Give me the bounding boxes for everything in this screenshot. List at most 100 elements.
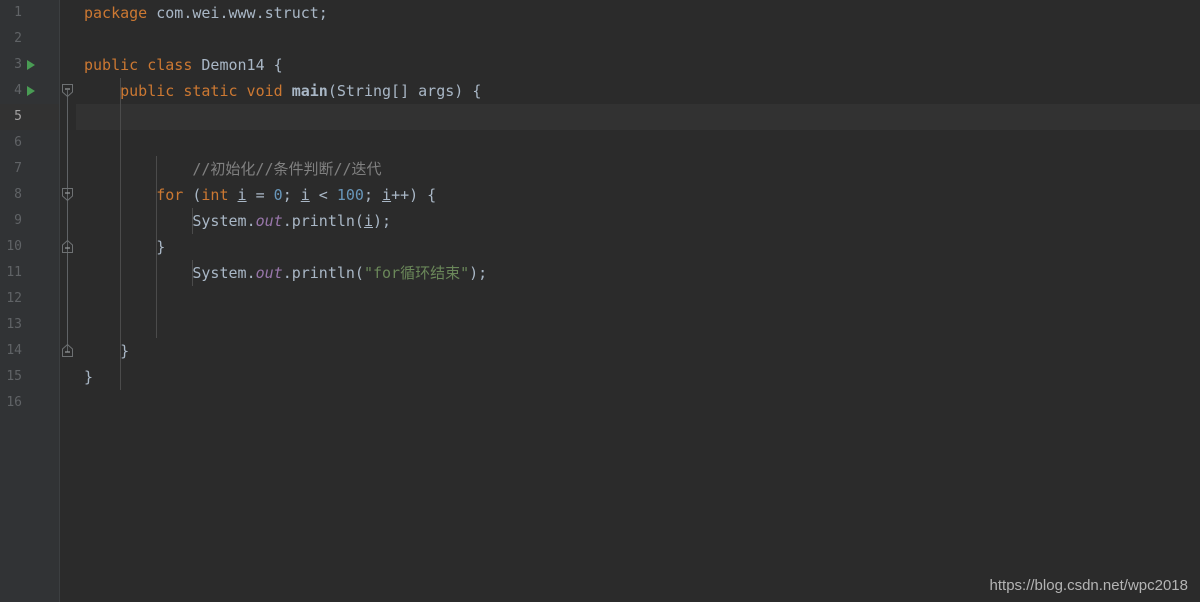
- code-line-content: }: [76, 234, 165, 260]
- token-class: Demon14: [201, 56, 265, 74]
- code-line[interactable]: }: [76, 234, 1200, 260]
- fold-gutter-row[interactable]: [60, 78, 76, 104]
- code-line[interactable]: [76, 130, 1200, 156]
- gutter-row[interactable]: 1: [0, 0, 59, 26]
- fold-gutter-row[interactable]: [60, 208, 76, 234]
- gutter-row[interactable]: 16: [0, 390, 59, 416]
- code-line-content: }: [76, 364, 93, 390]
- code-folding-column[interactable]: [60, 0, 76, 602]
- gutter-row[interactable]: 4: [0, 78, 59, 104]
- gutter-row[interactable]: 2: [0, 26, 59, 52]
- code-line-content: for (int i = 0; i < 100; i++) {: [76, 182, 436, 208]
- token-field: out: [255, 264, 283, 282]
- code-line-content: package com.wei.www.struct;: [76, 0, 328, 26]
- fold-gutter-row[interactable]: [60, 0, 76, 26]
- code-line[interactable]: [76, 286, 1200, 312]
- fold-gutter-row[interactable]: [60, 390, 76, 416]
- token-string: "for循环结束": [363, 264, 470, 282]
- fold-gutter-row[interactable]: [60, 234, 76, 260]
- code-line-content: [76, 286, 93, 312]
- line-number: 12: [6, 291, 22, 306]
- gutter-row[interactable]: 6: [0, 130, 59, 156]
- token-plain: System: [192, 264, 247, 282]
- run-arrow-icon[interactable]: [27, 60, 35, 70]
- token-punct: {: [264, 56, 283, 74]
- token-localvar: i: [237, 186, 247, 204]
- token-number: 100: [336, 186, 364, 204]
- fold-expand-icon[interactable]: [61, 239, 74, 254]
- code-line[interactable]: System.out.println("for循环结束");: [76, 260, 1200, 286]
- fold-gutter-row[interactable]: [60, 156, 76, 182]
- code-line-content: }: [76, 338, 129, 364]
- fold-gutter-row[interactable]: [60, 364, 76, 390]
- fold-collapse-icon[interactable]: [61, 187, 74, 202]
- fold-gutter-row[interactable]: [60, 260, 76, 286]
- token-punct: <: [309, 186, 337, 204]
- code-line-content: public class Demon14 {: [76, 52, 283, 78]
- code-line[interactable]: for (int i = 0; i < 100; i++) {: [76, 182, 1200, 208]
- gutter-row[interactable]: 12: [0, 286, 59, 312]
- code-line[interactable]: package com.wei.www.struct;: [76, 0, 1200, 26]
- code-line-content: [76, 104, 93, 130]
- token-punct: }: [120, 342, 130, 360]
- code-line[interactable]: [76, 390, 1200, 416]
- gutter-row[interactable]: 5: [0, 104, 59, 130]
- code-line[interactable]: [76, 312, 1200, 338]
- token-keyword: for: [156, 186, 184, 204]
- line-number: 5: [14, 109, 22, 124]
- line-number: 11: [6, 265, 22, 280]
- fold-collapse-icon[interactable]: [61, 83, 74, 98]
- fold-gutter-row[interactable]: [60, 312, 76, 338]
- token-punct: ++) {: [391, 186, 437, 204]
- gutter-row[interactable]: 15: [0, 364, 59, 390]
- gutter-row[interactable]: 3: [0, 52, 59, 78]
- line-number: 9: [14, 213, 22, 228]
- gutter-row[interactable]: 14: [0, 338, 59, 364]
- code-line-content: [76, 312, 93, 338]
- gutter-row[interactable]: 11: [0, 260, 59, 286]
- gutter-row[interactable]: 9: [0, 208, 59, 234]
- code-text-area[interactable]: package com.wei.www.struct; public class…: [76, 0, 1200, 602]
- editor-gutter[interactable]: 1 2 3 4 5 6 7 8 9 10 11 12 13 14 15 16: [0, 0, 60, 602]
- fold-gutter-row[interactable]: [60, 338, 76, 364]
- code-line[interactable]: [76, 104, 1200, 130]
- code-line[interactable]: }: [76, 364, 1200, 390]
- code-line[interactable]: public static void main(String[] args) {: [76, 78, 1200, 104]
- token-punct: (: [183, 186, 202, 204]
- fold-expand-icon[interactable]: [61, 343, 74, 358]
- gutter-row[interactable]: 13: [0, 312, 59, 338]
- gutter-row[interactable]: 7: [0, 156, 59, 182]
- token-localvar: i: [363, 212, 373, 230]
- token-localvar: i: [382, 186, 392, 204]
- code-line[interactable]: }: [76, 338, 1200, 364]
- fold-gutter-row[interactable]: [60, 104, 76, 130]
- gutter-row[interactable]: 8: [0, 182, 59, 208]
- fold-gutter-row[interactable]: [60, 182, 76, 208]
- fold-gutter-row[interactable]: [60, 26, 76, 52]
- token-punct: .: [246, 212, 256, 230]
- fold-gutter-row[interactable]: [60, 130, 76, 156]
- fold-gutter-row[interactable]: [60, 286, 76, 312]
- token-punct: }: [84, 368, 94, 386]
- token-keyword: public static void: [120, 82, 283, 100]
- code-line[interactable]: public class Demon14 {: [76, 52, 1200, 78]
- code-line[interactable]: [76, 26, 1200, 52]
- fold-gutter-row[interactable]: [60, 52, 76, 78]
- token-punct: (String[] args) {: [327, 82, 482, 100]
- gutter-row[interactable]: 10: [0, 234, 59, 260]
- run-arrow-icon[interactable]: [27, 86, 35, 96]
- token-punct: .println(: [282, 212, 364, 230]
- code-line-content: public static void main(String[] args) {: [76, 78, 481, 104]
- line-number: 3: [14, 57, 22, 72]
- line-number: 4: [14, 83, 22, 98]
- code-line[interactable]: //初始化//条件判断//迭代: [76, 156, 1200, 182]
- code-line[interactable]: System.out.println(i);: [76, 208, 1200, 234]
- code-line-content: [76, 130, 93, 156]
